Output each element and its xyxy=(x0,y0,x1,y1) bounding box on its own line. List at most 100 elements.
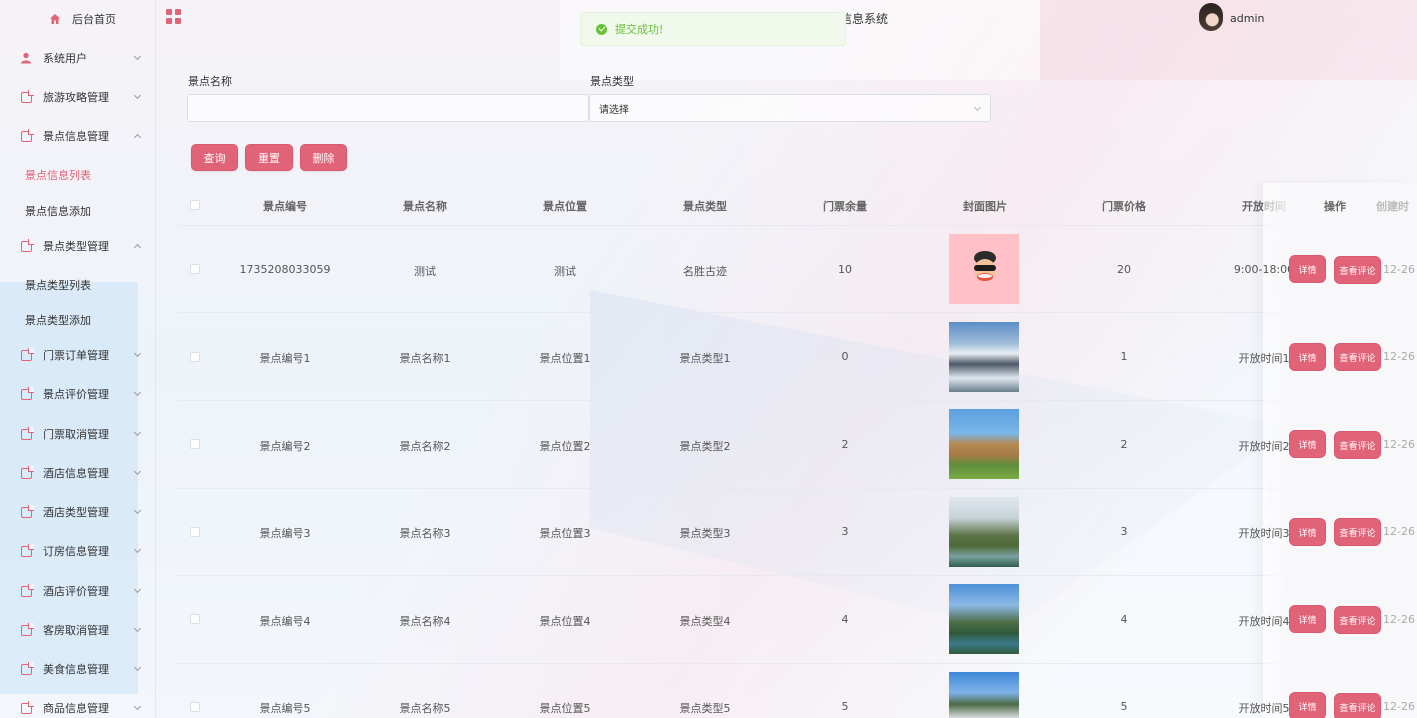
row-divider xyxy=(178,488,1408,489)
cell-created-time: 12-26 xyxy=(1383,700,1415,713)
chevron-down-icon xyxy=(133,388,141,398)
scenic-type-select[interactable]: 请选择 xyxy=(589,94,991,122)
sidebar-item-label: 旅游攻略管理 xyxy=(43,91,109,104)
sidebar-item-label: 酒店类型管理 xyxy=(43,506,109,519)
sidebar-item-scenic-reviews[interactable]: 景点评价管理 xyxy=(0,383,156,405)
select-all-checkbox[interactable] xyxy=(190,200,200,210)
cell-name: 景点名称4 xyxy=(399,615,451,628)
sidebar-item-label: 景点信息管理 xyxy=(43,130,109,143)
sidebar-subitem-type-add[interactable]: 景点类型添加 xyxy=(25,312,91,328)
row-divider xyxy=(178,225,1408,226)
row-checkbox[interactable] xyxy=(190,527,200,537)
cell-open-time: 开放时间3 xyxy=(1238,527,1290,540)
sidebar-item-label: 美食信息管理 xyxy=(43,663,109,676)
cell-created-time: 12-26 xyxy=(1383,613,1415,626)
cell-remaining: 3 xyxy=(841,525,849,538)
background-shape xyxy=(590,290,1290,630)
sidebar-item-home[interactable]: 后台首页 xyxy=(0,8,156,30)
cell-price: 3 xyxy=(1120,525,1128,538)
document-icon xyxy=(20,465,34,479)
sidebar-item-label: 订房信息管理 xyxy=(43,545,109,558)
success-toast: 提交成功! xyxy=(580,12,846,46)
sidebar-item-hotel-info[interactable]: 酒店信息管理 xyxy=(0,462,156,484)
chevron-down-icon xyxy=(133,663,141,673)
sidebar-item-ticket-orders[interactable]: 门票订单管理 xyxy=(0,344,156,366)
cover-image xyxy=(949,322,1019,392)
delete-button[interactable]: 删除 xyxy=(300,144,347,171)
row-checkbox[interactable] xyxy=(190,439,200,449)
cell-name: 景点名称3 xyxy=(399,527,451,540)
row-checkbox[interactable] xyxy=(190,614,200,624)
chevron-down-icon xyxy=(973,103,982,112)
view-comments-button[interactable]: 查看评论 xyxy=(1334,518,1381,546)
cell-type: 景点类型5 xyxy=(679,702,731,715)
view-comments-button[interactable]: 查看评论 xyxy=(1334,343,1381,371)
sidebar-item-system-users[interactable]: 系统用户 xyxy=(0,47,156,69)
cell-price: 5 xyxy=(1120,700,1128,713)
cell-type: 景点类型3 xyxy=(679,527,731,540)
cell-open-time: 开放时间2 xyxy=(1238,440,1290,453)
cell-open-time: 9:00-18:00 xyxy=(1233,263,1295,276)
select-placeholder: 请选择 xyxy=(599,104,629,116)
row-checkbox[interactable] xyxy=(190,352,200,362)
detail-button[interactable]: 详情 xyxy=(1289,518,1326,546)
sidebar-item-hotel-type[interactable]: 酒店类型管理 xyxy=(0,501,156,523)
column-header: 创建时 xyxy=(1376,200,1409,213)
cell-location: 景点位置1 xyxy=(539,352,591,365)
view-comments-button[interactable]: 查看评论 xyxy=(1334,606,1381,634)
chevron-down-icon xyxy=(133,624,141,634)
sidebar-item-label: 酒店评价管理 xyxy=(43,585,109,598)
query-button[interactable]: 查询 xyxy=(191,144,238,171)
sidebar-item-scenic-info[interactable]: 景点信息管理 xyxy=(0,125,156,147)
cell-id: 景点编号5 xyxy=(259,702,311,715)
menu-toggle-grid-icon[interactable] xyxy=(166,9,181,24)
sidebar-item-travel-guides[interactable]: 旅游攻略管理 xyxy=(0,86,156,108)
cell-location: 景点位置3 xyxy=(539,527,591,540)
detail-button[interactable]: 详情 xyxy=(1289,692,1326,718)
sidebar-item-ticket-cancel[interactable]: 门票取消管理 xyxy=(0,423,156,445)
scenic-name-input[interactable] xyxy=(187,94,589,122)
sidebar-item-booking-info[interactable]: 订房信息管理 xyxy=(0,540,156,562)
sidebar-item-room-cancel[interactable]: 客房取消管理 xyxy=(0,619,156,641)
cell-price: 1 xyxy=(1120,350,1128,363)
cover-image xyxy=(949,584,1019,654)
document-icon xyxy=(20,700,34,714)
cell-id: 景点编号4 xyxy=(259,615,311,628)
sidebar-item-label: 门票订单管理 xyxy=(43,349,109,362)
sidebar-item-scenic-type[interactable]: 景点类型管理 xyxy=(0,235,156,257)
monkey-face-icon xyxy=(974,251,996,281)
cell-created-time: 12-26 xyxy=(1383,350,1415,363)
chevron-down-icon xyxy=(133,91,141,101)
cover-image xyxy=(949,497,1019,567)
sidebar-item-label: 商品信息管理 xyxy=(43,702,109,715)
avatar[interactable] xyxy=(1199,3,1223,31)
sidebar-item-food-info[interactable]: 美食信息管理 xyxy=(0,658,156,680)
row-checkbox[interactable] xyxy=(190,264,200,274)
sidebar-subitem-scenic-list[interactable]: 景点信息列表 xyxy=(25,167,91,183)
detail-button[interactable]: 详情 xyxy=(1289,255,1326,283)
cell-price: 4 xyxy=(1120,613,1128,626)
cell-remaining: 0 xyxy=(841,350,849,363)
cell-open-time: 开放时间4 xyxy=(1238,615,1290,628)
sidebar-item-product-info[interactable]: 商品信息管理 xyxy=(0,697,156,718)
check-circle-icon xyxy=(596,23,607,35)
sidebar-subitem-type-list[interactable]: 景点类型列表 xyxy=(25,277,91,293)
view-comments-button[interactable]: 查看评论 xyxy=(1334,431,1381,459)
row-divider xyxy=(178,400,1408,401)
home-icon xyxy=(49,13,61,25)
document-icon xyxy=(20,504,34,518)
detail-button[interactable]: 详情 xyxy=(1289,605,1326,633)
chevron-down-icon xyxy=(133,467,141,477)
row-checkbox[interactable] xyxy=(190,702,200,712)
sidebar-item-hotel-reviews[interactable]: 酒店评价管理 xyxy=(0,580,156,602)
cover-image xyxy=(949,234,1019,304)
detail-button[interactable]: 详情 xyxy=(1289,343,1326,371)
view-comments-button[interactable]: 查看评论 xyxy=(1334,693,1381,718)
detail-button[interactable]: 详情 xyxy=(1289,430,1326,458)
document-icon xyxy=(20,238,34,252)
chevron-down-icon xyxy=(133,349,141,359)
view-comments-button[interactable]: 查看评论 xyxy=(1334,256,1381,284)
username[interactable]: admin xyxy=(1230,12,1264,25)
sidebar-subitem-scenic-add[interactable]: 景点信息添加 xyxy=(25,203,91,219)
reset-button[interactable]: 重置 xyxy=(245,144,293,171)
